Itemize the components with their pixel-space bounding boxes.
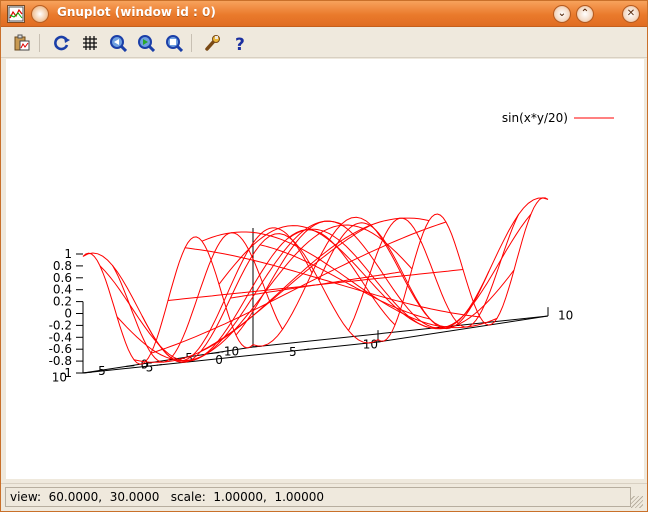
maximize-button[interactable]: ⌃ <box>576 5 594 23</box>
toolbar-separator <box>191 34 192 52</box>
base-edge-x-back <box>377 315 549 343</box>
toolbar: ? <box>1 28 647 58</box>
grid-icon <box>83 36 97 50</box>
preferences-wrench-icon <box>205 35 220 51</box>
resize-grip-icon[interactable] <box>631 496 643 508</box>
minimize-button[interactable]: ⌄ <box>553 5 571 23</box>
zoom-next-icon <box>138 35 155 52</box>
chevron-down-icon: ⌄ <box>557 8 567 19</box>
base-edge-y-back <box>252 315 549 348</box>
close-icon: ✕ <box>626 8 636 19</box>
y-tick-label: 10 <box>363 337 378 351</box>
replot-icon <box>54 35 70 51</box>
help-icon: ? <box>235 35 245 52</box>
legend-label: sin(x*y/20) <box>502 111 568 125</box>
help-button[interactable]: ? <box>229 33 251 53</box>
svg-text:?: ? <box>235 35 245 52</box>
surface-isoline-y <box>230 271 401 299</box>
view-status-text: view: 60.0000, 30.0000 scale: 1.00000, 1… <box>5 487 631 507</box>
y-tick-label-end: 10 <box>558 309 573 323</box>
x-tick <box>82 371 92 374</box>
surface-isoline-y <box>112 232 283 363</box>
plot-area[interactable]: 1 0.8 0.6 0.4 0.2 0 -0.2 -0.4 -0.6 -0.8 -1 -10 -5 0 5 1… <box>6 59 644 479</box>
replot-button[interactable] <box>51 33 73 53</box>
x-tick-label: 5 <box>98 364 106 378</box>
status-bar: view: 60.0000, 30.0000 scale: 1.00000, 1… <box>1 483 647 511</box>
zoom-previous-icon <box>110 35 127 52</box>
window-menu-icon[interactable] <box>31 5 49 23</box>
zoom-previous-button[interactable] <box>107 33 129 53</box>
title-bar[interactable]: Gnuplot (window id : 0) ⌄ ⌃ ✕ <box>1 1 647 27</box>
preferences-button[interactable] <box>201 33 223 53</box>
unzoom-icon <box>166 35 183 52</box>
grid-button[interactable] <box>79 33 101 53</box>
chevron-up-icon: ⌃ <box>580 8 590 19</box>
close-button[interactable]: ✕ <box>622 5 640 23</box>
gnuplot-app-icon[interactable] <box>7 5 25 23</box>
toolbar-separator <box>39 34 40 52</box>
gnuplot-window: Gnuplot (window id : 0) ⌄ ⌃ ✕ ? 1 0.8 0.… <box>0 0 648 512</box>
surface-plot: 10.80.60.40.20-0.2-0.4-0.6-0.8-1-10-5051… <box>49 111 614 384</box>
window-title: Gnuplot (window id : 0) <box>57 5 216 19</box>
surface-isoline-y <box>200 224 372 352</box>
unzoom-button[interactable] <box>163 33 185 53</box>
x-tick-label: 10 <box>52 370 67 384</box>
zoom-next-button[interactable] <box>135 33 157 53</box>
x-tick-label: -5 <box>181 351 193 365</box>
surface-isoline-y <box>259 244 431 320</box>
copy-to-clipboard-button[interactable] <box>11 33 33 53</box>
y-tick-label: 0 <box>215 353 223 367</box>
y-tick-label: 5 <box>289 345 297 359</box>
copy-to-clipboard-icon <box>14 34 30 51</box>
x-tick <box>125 365 135 367</box>
